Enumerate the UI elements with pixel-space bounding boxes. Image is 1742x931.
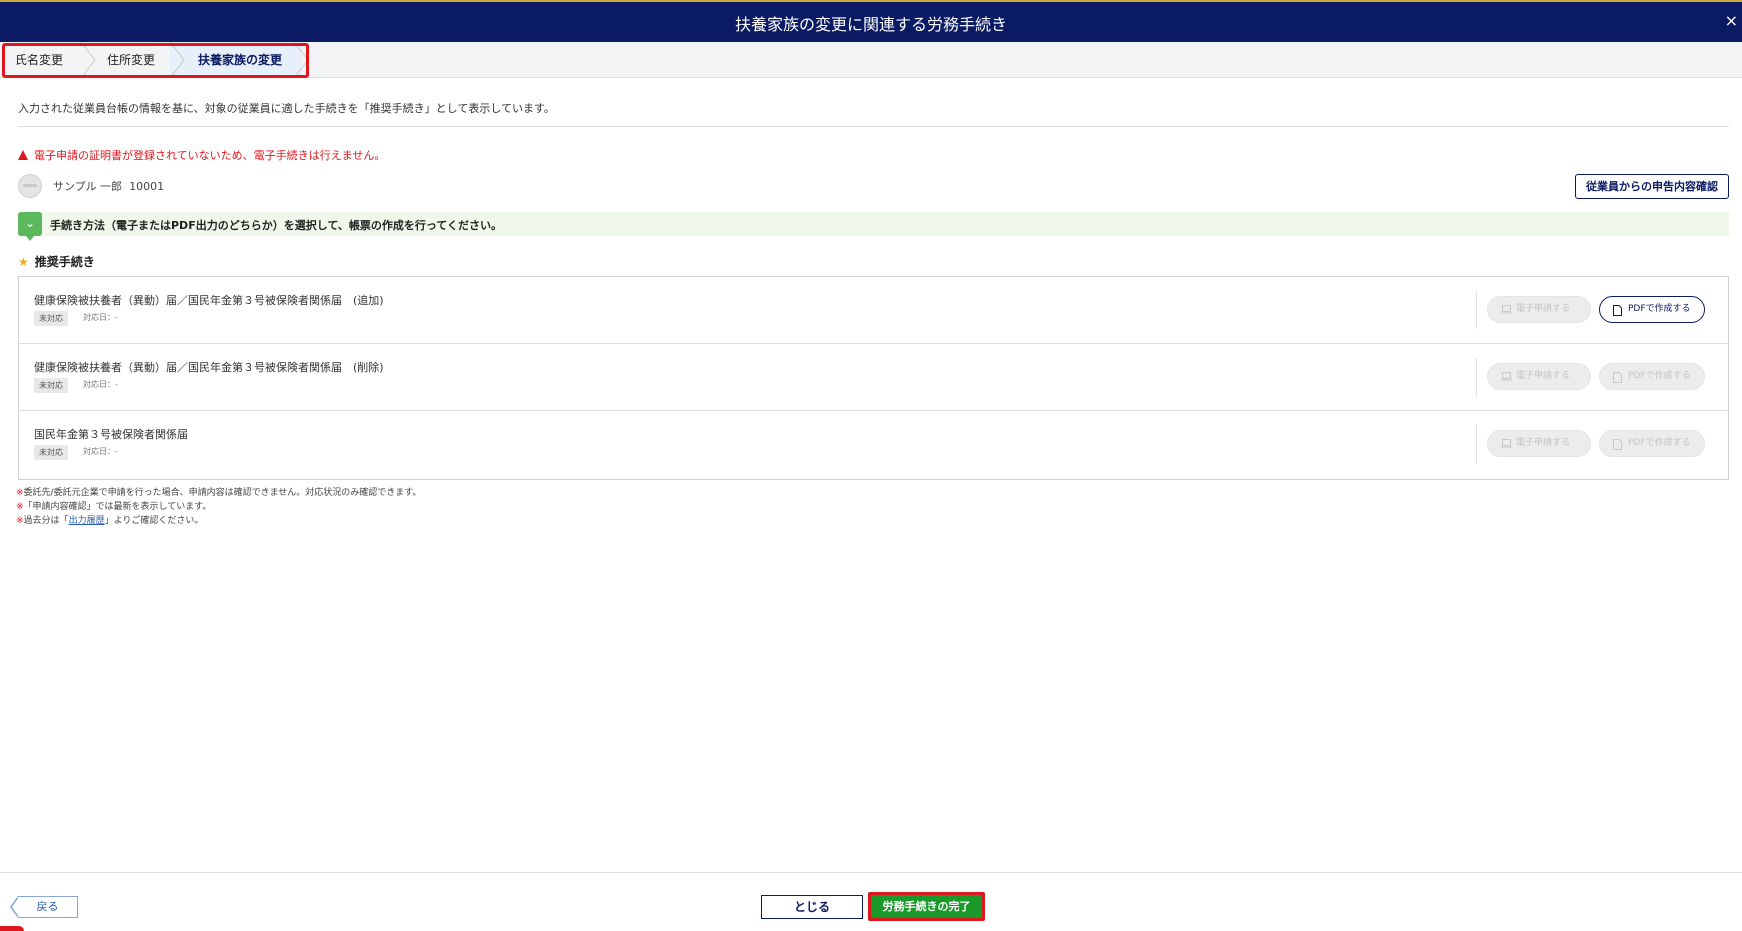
- status-badge: 未対応: [34, 311, 68, 326]
- laptop-icon: [1501, 439, 1512, 448]
- procedure-title: 健康保険被扶養者（異動）届／国民年金第３号被保険者関係届 (削除): [34, 361, 384, 374]
- electronic-apply-label: 電子申請する: [1516, 371, 1571, 381]
- divider: [0, 872, 1742, 873]
- laptop-icon: [1501, 305, 1512, 314]
- procedure-list: 健康保険被扶養者（異動）届／国民年金第３号被保険者関係届 (追加) 未対応 対応…: [18, 276, 1729, 480]
- list-item: 健康保険被扶養者（異動）届／国民年金第３号被保険者関係届 (削除) 未対応 対応…: [19, 344, 1728, 411]
- divider: [1476, 425, 1477, 463]
- divider: [1476, 358, 1477, 396]
- intro-text: 入力された従業員台帳の情報を基に、対象の従業員に適した手続きを「推奨手続き」とし…: [18, 102, 555, 115]
- pdf-create-label: PDFで作成する: [1628, 371, 1691, 381]
- procedure-date: 対応日：-: [83, 313, 118, 322]
- procedure-date: 対応日：-: [83, 380, 118, 389]
- employee-id: 10001: [129, 180, 165, 193]
- electronic-apply-label: 電子申請する: [1516, 304, 1571, 314]
- list-item: 国民年金第３号被保険者関係届 未対応 対応日：- 電子申請する PDFで作成する: [19, 411, 1728, 479]
- notes: ※委託先/委託元企業で申請を行った場合、申請内容は確認できません。対応状況のみ確…: [16, 486, 421, 528]
- back-button[interactable]: 戻る: [10, 896, 78, 918]
- pdf-create-label: PDFで作成する: [1628, 438, 1691, 448]
- output-history-link[interactable]: 出力履歴: [69, 516, 105, 526]
- guide-banner: ⌄ 手続き方法（電子またはPDF出力のどちらか）を選択して、帳票の作成を行ってく…: [18, 212, 1729, 241]
- employee-declaration-button[interactable]: 従業員からの申告内容確認: [1575, 174, 1729, 199]
- document-icon: [1613, 372, 1622, 383]
- guide-text: 手続き方法（電子またはPDF出力のどちらか）を選択して、帳票の作成を行ってくださ…: [50, 219, 502, 232]
- electronic-apply-button: 電子申請する: [1487, 363, 1591, 390]
- note-line: ※過去分は「出力履歴」よりご確認ください。: [16, 516, 204, 526]
- electronic-apply-label: 電子申請する: [1516, 438, 1571, 448]
- star-icon: ★: [18, 255, 29, 269]
- warning-icon: [18, 150, 28, 160]
- document-icon: [1613, 305, 1622, 316]
- certificate-warning: 電子申請の証明書が登録されていないため、電子手続きは行えません。: [18, 147, 385, 163]
- divider: [1476, 291, 1477, 329]
- window-titlebar: 扶養家族の変更に関連する労務手続き ×: [0, 0, 1742, 42]
- pdf-create-button: PDFで作成する: [1599, 430, 1705, 457]
- electronic-apply-button: 電子申請する: [1487, 296, 1591, 323]
- electronic-apply-button: 電子申請する: [1487, 430, 1591, 457]
- divider: [18, 126, 1729, 127]
- recommended-title: ★ 推奨手続き: [18, 253, 95, 270]
- warning-text: 電子申請の証明書が登録されていないため、電子手続きは行えません。: [34, 149, 386, 162]
- pdf-create-label: PDFで作成する: [1628, 304, 1691, 314]
- procedure-date: 対応日：-: [83, 447, 118, 456]
- employee-name: サンプル 一郎: [53, 180, 123, 193]
- chevron-down-icon[interactable]: ⌄: [18, 212, 42, 241]
- corner-marker: [0, 926, 24, 931]
- status-badge: 未対応: [34, 378, 68, 393]
- document-icon: [1613, 439, 1622, 450]
- note-line: ※「申請内容確認」では最新を表示しています。: [16, 502, 212, 512]
- pdf-create-button[interactable]: PDFで作成する: [1599, 296, 1705, 323]
- close-icon[interactable]: ×: [1725, 11, 1738, 30]
- procedure-title: 健康保険被扶養者（異動）届／国民年金第３号被保険者関係届 (追加): [34, 294, 384, 307]
- procedure-steps: 氏名変更 住所変更 扶養家族の変更: [0, 42, 1742, 78]
- avatar: [18, 174, 42, 198]
- steps-highlight-box: [2, 43, 309, 78]
- list-item: 健康保険被扶養者（異動）届／国民年金第３号被保険者関係届 (追加) 未対応 対応…: [19, 277, 1728, 344]
- employee-info: サンプル 一郎 10001: [53, 178, 164, 194]
- pdf-create-button: PDFで作成する: [1599, 363, 1705, 390]
- recommended-title-label: 推奨手続き: [34, 255, 95, 269]
- status-badge: 未対応: [34, 445, 68, 460]
- complete-highlight-box: 労務手続きの完了: [868, 892, 985, 921]
- procedure-title: 国民年金第３号被保険者関係届: [34, 428, 188, 441]
- close-button[interactable]: とじる: [761, 895, 863, 919]
- laptop-icon: [1501, 372, 1512, 381]
- window-title: 扶養家族の変更に関連する労務手続き: [734, 15, 1007, 34]
- note-line: ※委託先/委託元企業で申請を行った場合、申請内容は確認できません。対応状況のみ確…: [16, 488, 422, 498]
- complete-procedure-button[interactable]: 労務手続きの完了: [871, 895, 982, 918]
